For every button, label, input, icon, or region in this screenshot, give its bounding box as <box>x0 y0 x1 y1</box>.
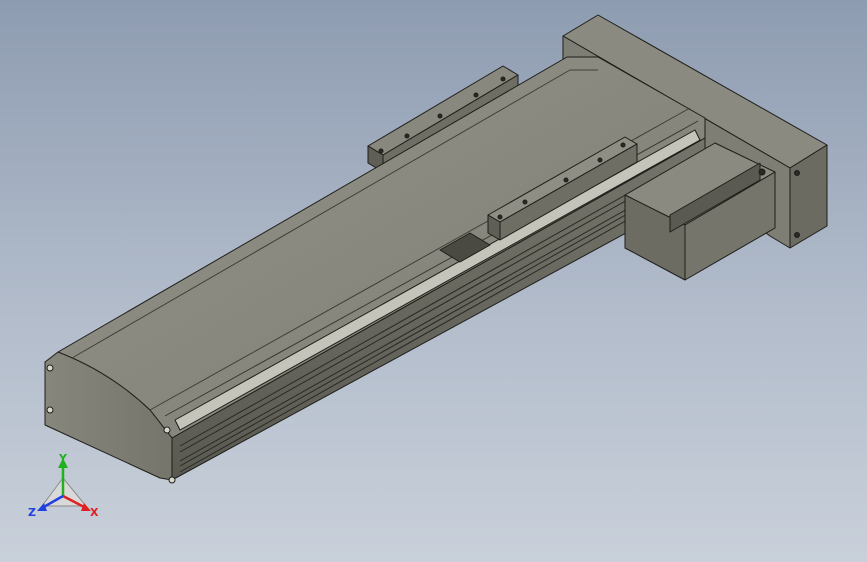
y-axis-label: Y <box>58 452 68 465</box>
axis-triad: Y X Z <box>28 452 99 519</box>
actuator-body <box>44 56 706 481</box>
linear-actuator-model[interactable]: Y X Z <box>0 0 867 562</box>
x-axis-label: X <box>90 506 99 519</box>
cad-viewport[interactable]: Y X Z <box>0 0 867 562</box>
z-axis-label: Z <box>28 506 36 519</box>
